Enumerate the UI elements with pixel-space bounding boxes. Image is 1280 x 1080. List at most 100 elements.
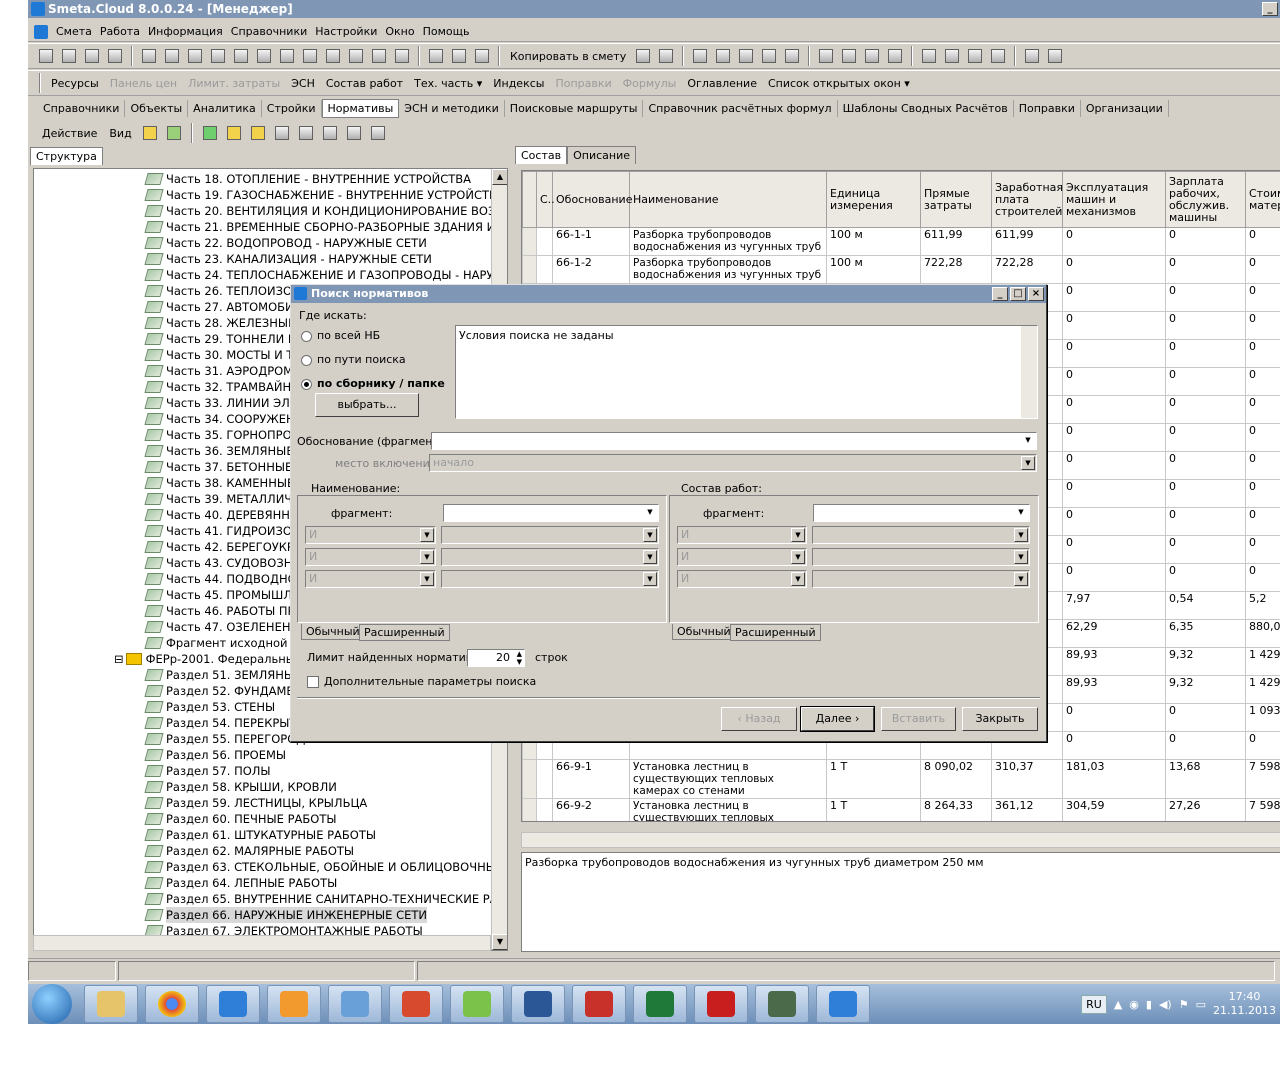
spin-arrows-icon[interactable]: ▲ ▼ [517, 650, 522, 666]
radio-all-nb[interactable]: по всей НБ [301, 329, 380, 342]
column-header[interactable]: Обоснование [552, 171, 632, 228]
tree-item[interactable]: Раздел 60. ПЕЧНЫЕ РАБОТЫ [144, 811, 337, 827]
tool-icon[interactable] [942, 46, 962, 66]
tool-icon[interactable] [300, 46, 320, 66]
corrections-button[interactable]: Поправки [551, 77, 615, 90]
tree-item[interactable]: Часть 18. ОТОПЛЕНИЕ - ВНУТРЕННИЕ УСТРОЙС… [144, 171, 471, 187]
paste-icon[interactable] [472, 46, 492, 66]
tool-icon[interactable] [633, 46, 653, 66]
chevron-down-icon[interactable]: ▼ [420, 550, 434, 564]
insert-button[interactable]: Вставить [881, 707, 956, 731]
menu-window[interactable]: Окно [381, 25, 418, 38]
radio-search-path[interactable]: по пути поиска [301, 353, 406, 366]
tool-icon[interactable] [105, 46, 125, 66]
tool-icon[interactable] [254, 46, 274, 66]
tab-references[interactable]: Справочники [38, 99, 126, 117]
contents-button[interactable]: Оглавление [683, 77, 761, 90]
tree-item[interactable]: Раздел 59. ЛЕСТНИЦЫ, КРЫЛЬЦА [144, 795, 367, 811]
tool-icon[interactable] [885, 46, 905, 66]
name-term-3[interactable]: ▼ [441, 570, 659, 588]
view-menu[interactable]: Вид [105, 127, 135, 140]
table-row[interactable]: 66-1-2 Разборка трубопроводов водоснабжен… [522, 255, 1280, 284]
indexes-button[interactable]: Индексы [489, 77, 548, 90]
menu-help[interactable]: Помощь [419, 25, 474, 38]
work-composition-button[interactable]: Состав работ [322, 77, 407, 90]
tool-icon[interactable] [1022, 46, 1042, 66]
column-header[interactable]: Зарплата рабочих, обслужив. машины [1165, 171, 1246, 228]
tree-item[interactable]: Часть 23. КАНАЛИЗАЦИЯ - НАРУЖНЫЕ СЕТИ [144, 251, 432, 267]
tool-icon[interactable] [736, 46, 756, 66]
basis-combo[interactable]: ▼ [431, 432, 1037, 450]
tree-item[interactable]: Часть 33. ЛИНИИ ЭЛЕК [144, 395, 305, 411]
tab-esn[interactable]: ЭСН и методики [399, 99, 505, 117]
tree-item[interactable]: Часть 45. ПРОМЫШЛЕ [144, 587, 299, 603]
tree-item[interactable]: Часть 22. ВОДОПРОВОД - НАРУЖНЫЕ СЕТИ [144, 235, 427, 251]
chevron-down-icon[interactable]: ▼ [643, 506, 657, 520]
tool-icon[interactable] [392, 46, 412, 66]
print-icon[interactable] [368, 123, 388, 143]
radio-collection[interactable]: по сборнику / папке [301, 377, 445, 390]
save-icon[interactable] [139, 46, 159, 66]
name-op-1[interactable]: И ▼ [305, 526, 436, 544]
tool-task[interactable] [450, 985, 504, 1023]
name-term-1[interactable]: ▼ [441, 526, 659, 544]
close-button[interactable]: Закрыть [962, 707, 1038, 731]
name-fragment-combo[interactable]: ▼ [443, 504, 659, 522]
grid-hscroll[interactable] [521, 832, 1280, 848]
tool-icon[interactable] [231, 46, 251, 66]
tree-hscroll[interactable] [33, 935, 491, 951]
row-indicator[interactable] [522, 255, 537, 284]
tool-icon[interactable] [656, 46, 676, 66]
tool-icon[interactable] [782, 46, 802, 66]
column-header[interactable]: С.. [536, 171, 555, 228]
tool-icon[interactable] [82, 46, 102, 66]
tool-icon[interactable] [839, 46, 859, 66]
works-tab-extended[interactable]: Расширенный [730, 624, 821, 641]
memo-scrollbar[interactable] [1021, 326, 1037, 418]
works-tab-simple[interactable]: Обычный [672, 624, 736, 640]
works-term-3[interactable]: ▼ [812, 570, 1030, 588]
formulas-button[interactable]: Формулы [619, 77, 681, 90]
tree-item[interactable]: Часть 19. ГАЗОСНАБЖЕНИЕ - ВНУТРЕННИЕ УСТ… [144, 187, 505, 203]
tab-analytics[interactable]: Аналитика [188, 99, 262, 117]
tree-item[interactable]: Часть 28. ЖЕЛЕЗНЫЕ [144, 315, 295, 331]
tab-search-routes[interactable]: Поисковые маршруты [505, 99, 644, 117]
works-op-3[interactable]: И ▼ [677, 570, 807, 588]
chevron-down-icon[interactable]: ▼ [1014, 550, 1028, 564]
flag-icon[interactable]: ⚑ [1179, 998, 1189, 1011]
tree-item[interactable]: Раздел 66. НАРУЖНЫЕ ИНЖЕНЕРНЫЕ СЕТИ [144, 907, 428, 923]
tool-icon[interactable] [816, 46, 836, 66]
tree-item[interactable]: Раздел 65. ВНУТРЕННИЕ САНИТАРНО-ТЕХНИЧЕС… [144, 891, 507, 907]
choose-button[interactable]: выбрать... [315, 393, 419, 417]
tool-icon[interactable] [59, 46, 79, 66]
tab-normatives[interactable]: Нормативы [321, 98, 400, 118]
tab-objects[interactable]: Объекты [125, 99, 189, 117]
tree-item[interactable]: ⊟ ФЕРр-2001. Федеральные [114, 651, 302, 667]
estimate-task[interactable] [572, 985, 626, 1023]
tree-item[interactable]: Часть 26. ТЕПЛОИЗОЛ [144, 283, 301, 299]
copy-icon[interactable] [272, 123, 292, 143]
tree-item[interactable]: Раздел 56. ПРОЕМЫ [144, 747, 286, 763]
menu-work[interactable]: Работа [96, 25, 144, 38]
tree-item[interactable]: Часть 31. АЭРОДРОМЫ [144, 363, 303, 379]
tool-icon[interactable] [1045, 46, 1065, 66]
minimize-button[interactable]: _ [1262, 2, 1278, 16]
monitor-task[interactable] [755, 985, 809, 1023]
tool-icon[interactable] [277, 46, 297, 66]
row-indicator[interactable] [522, 759, 537, 799]
tree-item[interactable]: Часть 40. ДЕРЕВЯННЫ [144, 507, 300, 523]
pdf-task[interactable] [694, 985, 748, 1023]
tab-structure[interactable]: Структура [30, 147, 103, 165]
mail-task[interactable] [206, 985, 260, 1023]
arrow-down-icon[interactable] [344, 123, 364, 143]
column-header[interactable]: Эксплуатация машин и механизмов [1062, 171, 1166, 228]
tech-part-button[interactable]: Тех. часть ▾ [410, 77, 486, 90]
cut-icon[interactable] [426, 46, 446, 66]
copy-to-estimate-button[interactable]: Копировать в смету [506, 50, 630, 63]
chevron-down-icon[interactable]: ▼ [791, 528, 805, 542]
works-fragment-combo[interactable]: ▼ [813, 504, 1030, 522]
arrow-up-icon[interactable] [320, 123, 340, 143]
tool-icon[interactable] [346, 46, 366, 66]
chevron-down-icon[interactable]: ▼ [643, 528, 657, 542]
folder-icon[interactable] [164, 123, 184, 143]
